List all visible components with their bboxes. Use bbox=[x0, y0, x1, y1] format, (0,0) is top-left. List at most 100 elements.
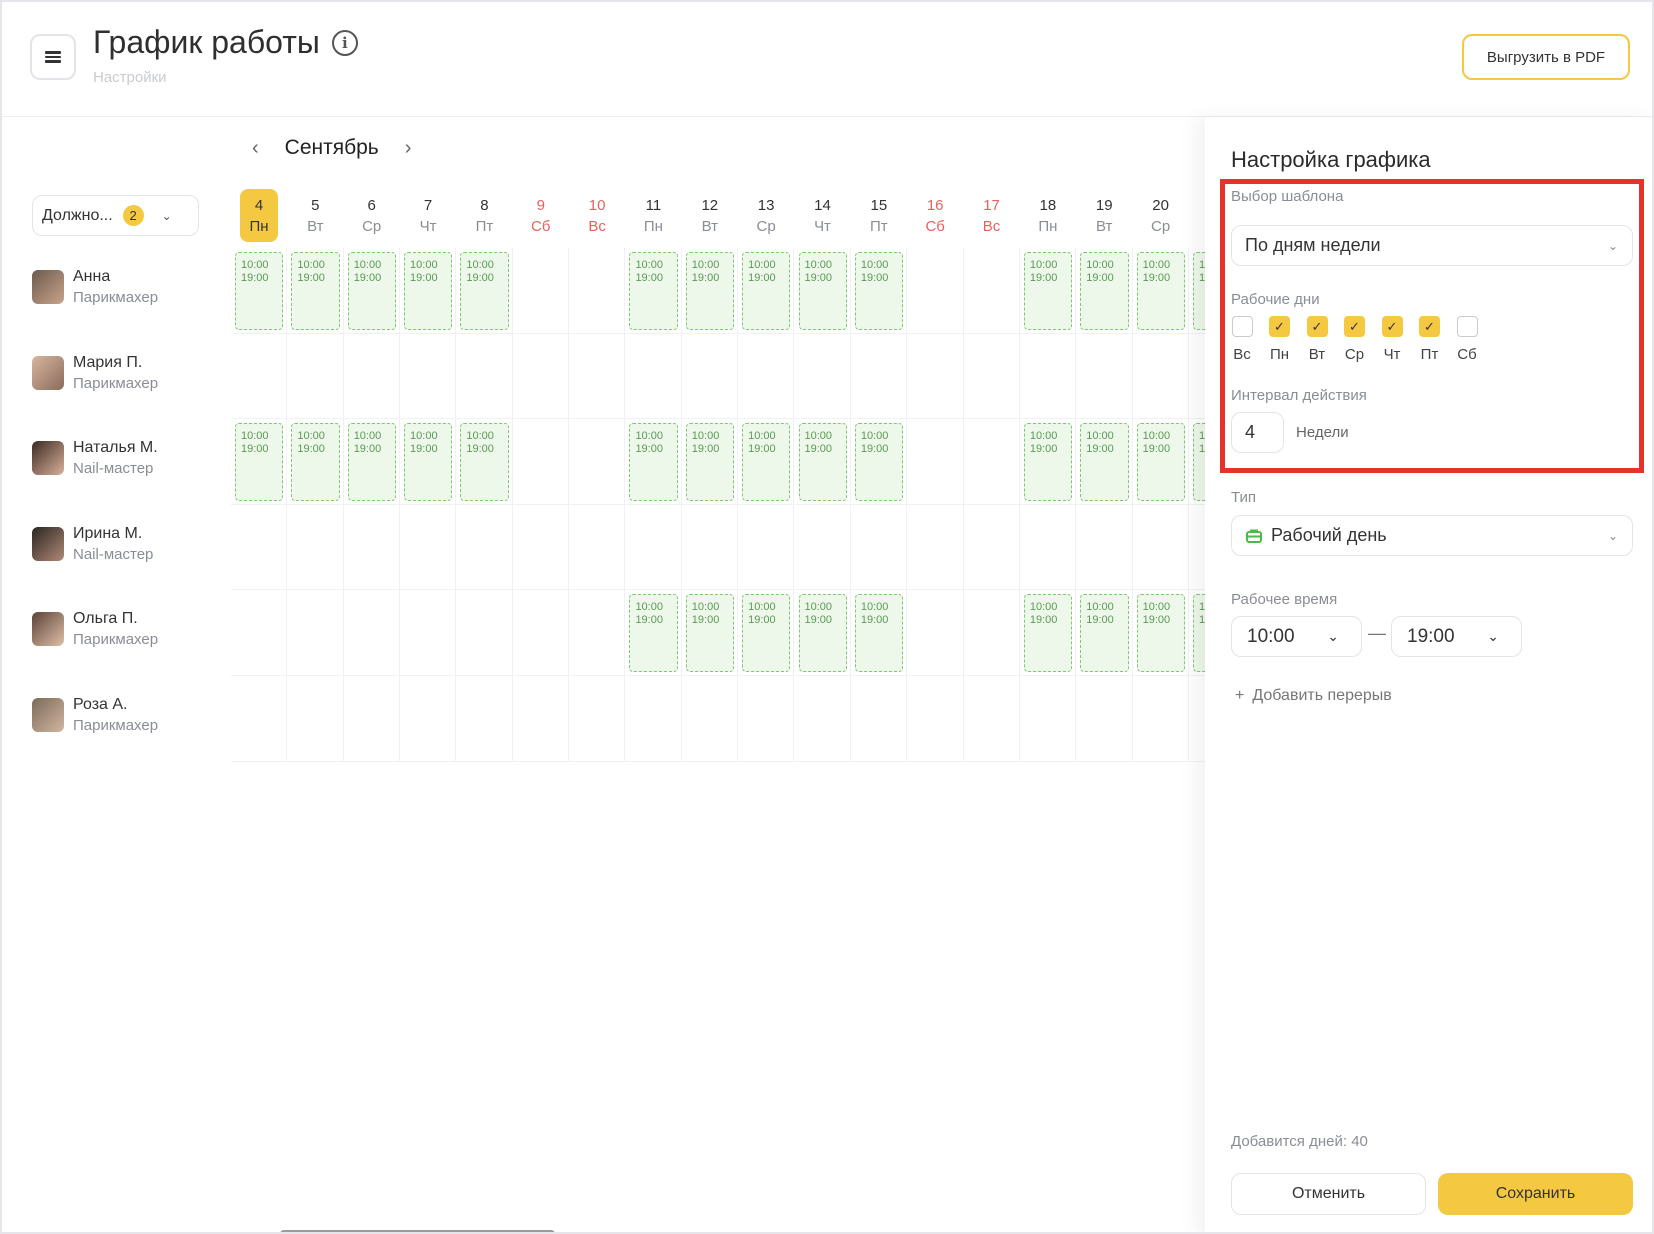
grid-cell[interactable] bbox=[681, 504, 739, 591]
grid-cell[interactable] bbox=[907, 333, 964, 420]
shift-block[interactable]: 10:0019:00 bbox=[1136, 423, 1185, 501]
employee-row[interactable]: Роза А. Парикмахер bbox=[32, 696, 158, 734]
grid-cell[interactable] bbox=[287, 333, 344, 420]
shift-block[interactable]: 10:0019:00 bbox=[854, 423, 904, 501]
shift-block[interactable]: 10:0019:00 bbox=[460, 423, 509, 501]
grid-cell[interactable] bbox=[1188, 676, 1205, 762]
grid-cell[interactable] bbox=[512, 676, 570, 762]
grid-cell[interactable] bbox=[456, 504, 513, 591]
grid-cell[interactable] bbox=[738, 504, 795, 591]
menu-button[interactable] bbox=[30, 34, 76, 80]
grid-cell[interactable] bbox=[1132, 676, 1189, 762]
breadcrumb[interactable]: Настройки bbox=[93, 69, 167, 86]
grid-cell[interactable] bbox=[907, 248, 964, 334]
grid-cell[interactable] bbox=[569, 248, 626, 334]
employee-row[interactable]: Ольга П. Парикмахер bbox=[32, 610, 158, 648]
grid-cell[interactable] bbox=[231, 504, 288, 591]
grid-cell[interactable] bbox=[625, 333, 682, 420]
shift-block[interactable]: 10:0019:00 bbox=[1136, 594, 1185, 672]
day-header[interactable]: 9 Сб bbox=[513, 189, 569, 242]
shift-block[interactable]: 10:0019:00 bbox=[742, 252, 791, 330]
grid-cell[interactable] bbox=[625, 504, 682, 591]
shift-block[interactable]: 10:0019:00 bbox=[685, 252, 735, 330]
grid-cell[interactable] bbox=[681, 676, 739, 762]
grid-cell[interactable] bbox=[569, 419, 626, 505]
workday-checkbox[interactable] bbox=[1456, 316, 1478, 337]
shift-block[interactable]: 10:0019:00 bbox=[235, 252, 284, 330]
workday-checkbox[interactable]: ✓ bbox=[1344, 316, 1365, 337]
shift-block[interactable]: 10:0019:00 bbox=[742, 423, 791, 501]
day-header[interactable]: 20 Ср bbox=[1133, 189, 1189, 242]
day-header[interactable]: 17 Вс bbox=[964, 189, 1020, 242]
grid-cell[interactable] bbox=[456, 676, 513, 762]
grid-cell[interactable] bbox=[681, 333, 739, 420]
workday-4[interactable]: ✓ Чт bbox=[1377, 316, 1407, 363]
grid-cell[interactable] bbox=[231, 333, 288, 420]
shift-block[interactable]: 10:0019:00 bbox=[1023, 423, 1073, 501]
grid-cell[interactable] bbox=[231, 676, 288, 762]
grid-cell[interactable] bbox=[512, 590, 570, 676]
grid-cell[interactable] bbox=[907, 676, 964, 762]
grid-cell[interactable] bbox=[907, 590, 964, 676]
shift-block[interactable]: 10:0019:00 bbox=[1023, 252, 1073, 330]
shift-block[interactable]: 10:0019:00 bbox=[685, 594, 735, 672]
workday-2[interactable]: ✓ Вт bbox=[1302, 316, 1332, 363]
grid-cell[interactable] bbox=[794, 676, 851, 762]
workday-6[interactable]: Сб bbox=[1452, 316, 1482, 363]
grid-cell[interactable] bbox=[287, 676, 344, 762]
grid-cell[interactable] bbox=[1188, 505, 1205, 591]
day-header[interactable]: 11 Пн bbox=[625, 189, 681, 242]
grid-cell[interactable] bbox=[456, 590, 513, 676]
shift-block[interactable]: 10:0019:00 bbox=[347, 423, 397, 501]
day-header[interactable]: 15 Пт bbox=[851, 189, 907, 242]
grid-cell[interactable] bbox=[400, 504, 457, 591]
shift-block[interactable]: 10:0019:00 bbox=[1080, 594, 1129, 672]
shift-block[interactable]: 10:0019:00 bbox=[742, 594, 791, 672]
grid-cell[interactable] bbox=[963, 333, 1020, 420]
grid-cell[interactable] bbox=[1132, 504, 1189, 591]
day-header[interactable]: 14 Чт bbox=[795, 189, 851, 242]
template-select[interactable]: По дням недели ⌄ bbox=[1231, 225, 1633, 266]
grid-cell[interactable] bbox=[1019, 676, 1077, 762]
day-header[interactable]: 5 Вт bbox=[287, 189, 343, 242]
shift-block[interactable]: 10:0019:00 bbox=[798, 252, 847, 330]
shift-block[interactable]: 10:0019:00 bbox=[1080, 423, 1129, 501]
grid-cell[interactable] bbox=[907, 419, 964, 505]
workday-checkbox[interactable]: ✓ bbox=[1381, 316, 1403, 337]
type-select[interactable]: Рабочий день ⌄ bbox=[1231, 515, 1633, 556]
grid-cell[interactable] bbox=[343, 590, 401, 676]
shift-block[interactable]: 10:0019:00 bbox=[235, 423, 284, 501]
day-header[interactable]: 8 Пт bbox=[456, 189, 512, 242]
employee-row[interactable]: Мария П. Парикмахер bbox=[32, 354, 158, 392]
workday-checkbox[interactable]: ✓ bbox=[1269, 316, 1290, 337]
grid-cell[interactable] bbox=[512, 248, 570, 334]
horizontal-scrollbar[interactable] bbox=[280, 1230, 555, 1232]
grid-cell[interactable] bbox=[963, 676, 1020, 762]
shift-block[interactable]: 10:0019:00 bbox=[460, 252, 509, 330]
day-header[interactable]: 16 Сб bbox=[907, 189, 963, 242]
workday-checkbox[interactable] bbox=[1231, 316, 1253, 337]
grid-cell[interactable] bbox=[343, 504, 401, 591]
shift-block[interactable]: 10:0019:00 bbox=[798, 594, 847, 672]
employee-row[interactable]: Анна Парикмахер bbox=[32, 268, 158, 306]
shift-block[interactable]: 10:0019:00 bbox=[1080, 252, 1129, 330]
employee-row[interactable]: Ирина М. Nail-мастер bbox=[32, 525, 153, 563]
workday-1[interactable]: ✓ Пн bbox=[1265, 316, 1295, 363]
shift-block[interactable]: 10:0019:00 bbox=[798, 423, 847, 501]
grid-cell[interactable] bbox=[512, 419, 570, 505]
grid-cell[interactable] bbox=[850, 333, 908, 420]
interval-input[interactable]: 4 bbox=[1231, 412, 1284, 453]
grid-cell[interactable] bbox=[625, 676, 682, 762]
shift-block[interactable]: 10:0019:00 bbox=[629, 252, 678, 330]
shift-block[interactable]: 10:0019:00 bbox=[291, 423, 340, 501]
shift-block[interactable]: 10:0019:00 bbox=[629, 423, 678, 501]
workday-checkbox[interactable]: ✓ bbox=[1306, 316, 1328, 337]
grid-cell[interactable] bbox=[343, 333, 401, 420]
employee-row[interactable]: Наталья М. Nail-мастер bbox=[32, 439, 158, 477]
day-header[interactable]: 19 Вт bbox=[1076, 189, 1132, 242]
grid-cell[interactable] bbox=[569, 676, 626, 762]
grid-cell[interactable] bbox=[963, 590, 1020, 676]
shift-block[interactable]: 10:0019:00 bbox=[854, 594, 904, 672]
day-header[interactable]: 10 Вс bbox=[569, 189, 625, 242]
grid-cell[interactable] bbox=[343, 676, 401, 762]
